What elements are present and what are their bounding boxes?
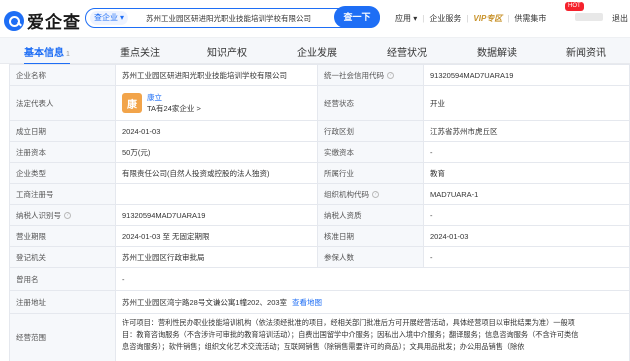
scope-line: 许可项目：营利性民办职业技能培训机构（依法须经批准的项目，经相关部门批准后方可开… [122,318,575,327]
search-scope-select[interactable]: 查企业 ▾ [90,11,129,25]
founded-date: 2024-01-03 [116,121,318,141]
table-row: 纳税人识别号? 91320594MAD7UARA19 纳税人资质 - [10,205,630,226]
business-term: 2024-01-03 至 无固定期限 [116,226,318,246]
legal-rep-name[interactable]: 康立 [147,92,201,103]
basic-info-table: 企业名称 苏州工业园区研进阳光职业技能培训学校有限公司 统一社会信用代码? 91… [9,64,630,361]
field-label: 注册地址 [10,291,116,313]
table-row: 企业类型 有限责任公司(自然人投资或控股的法人独资) 所属行业 教育 [10,163,630,184]
paid-capital: - [424,142,630,162]
field-label: 所属行业 [318,163,424,183]
tab-basic-info[interactable]: 基本信息 1 [24,44,70,65]
supply-demand-link[interactable]: 供需集市 [514,13,546,24]
section-tabs: 基本信息 1 重点关注 知识产权 企业发展 经营状况 数据解读 新闻资讯 [0,38,630,65]
registration-authority: 苏州工业园区行政审批局 [116,247,318,267]
search-input[interactable] [146,11,356,25]
company-name: 苏州工业园区研进阳光职业技能培训学校有限公司 [116,65,318,85]
field-label: 纳税人资质 [318,205,424,225]
business-status: 开业 [424,86,630,120]
tab-news[interactable]: 新闻资讯 [566,44,606,59]
field-label: 实缴资本 [318,142,424,162]
registered-capital: 50万(元) [116,142,318,162]
field-label: 参保人数 [318,247,424,267]
insured-count: - [424,247,630,267]
taxpayer-id: 91320594MAD7UARA19 [116,205,318,225]
field-label: 组织机构代码? [318,184,424,204]
vip-link[interactable]: VIP专区 [473,13,502,24]
logout-link[interactable]: 退出 [612,13,628,24]
business-reg-no [116,184,318,204]
search-scope-label: 查企业 [94,13,118,22]
table-row: 成立日期 2024-01-03 行政区划 江苏省苏州市虎丘区 [10,121,630,142]
tab-key-focus[interactable]: 重点关注 [120,44,160,59]
company-type: 有限责任公司(自然人投资或控股的法人独资) [116,163,318,183]
scope-line: 息咨询服务）；软件销售；组织文化艺术交流活动；互联网销售（除销售需要许可的商品）… [122,342,525,351]
tab-data-insights[interactable]: 数据解读 [477,44,517,59]
apps-link[interactable]: 应用 ▾ [395,13,417,24]
org-code: MAD7UARA-1 [424,184,630,204]
avatar: 康 [122,93,142,113]
table-row: 注册地址 苏州工业园区湾宁路28号文谦公寓1幢202、203室 查看地图 [10,291,630,314]
logo-text: 爱企查 [27,13,81,32]
field-label: 注册资本 [10,142,116,162]
table-row: 登记机关 苏州工业园区行政审批局 参保人数 - [10,247,630,268]
field-label: 行政区划 [318,121,424,141]
help-icon[interactable]: ? [387,71,394,79]
industry: 教育 [424,163,630,183]
field-label: 营业期限 [10,226,116,246]
divider: | [422,14,425,23]
enterprise-service-link[interactable]: 企业服务 [429,13,461,24]
logo-search-icon [4,10,24,31]
field-label: 登记机关 [10,247,116,267]
table-row: 企业名称 苏州工业园区研进阳光职业技能培训学校有限公司 统一社会信用代码? 91… [10,65,630,86]
credit-code: 91320594MAD7UARA19 [424,65,630,85]
region: 江苏省苏州市虎丘区 [424,121,630,141]
top-bar: 爱企查 查企业 ▾ × 查一下 应用 ▾ | 企业服务 | VIP专区 | 供需… [0,0,630,38]
field-label: 企业类型 [10,163,116,183]
field-label: 工商注册号 [10,184,116,204]
table-row: 曾用名 - [10,268,630,291]
help-icon[interactable]: ? [372,190,379,198]
divider: | [466,14,469,23]
field-label: 成立日期 [10,121,116,141]
table-row: 注册资本 50万(元) 实缴资本 - [10,142,630,163]
search-button[interactable]: 查一下 [334,6,380,28]
tab-development[interactable]: 企业发展 [297,44,337,59]
approval-date: 2024-01-03 [424,226,630,246]
logo[interactable]: 爱企查 [4,8,81,33]
view-map-link[interactable]: 查看地图 [292,297,322,308]
address-text: 苏州工业园区湾宁路28号文谦公寓1幢202、203室 [122,297,288,307]
business-scope: 许可项目：营利性民办职业技能培训机构（依法须经批准的项目，经相关部门批准后方可开… [116,314,630,361]
hot-badge: HOT [565,2,584,11]
field-label: 经营状态 [318,86,424,120]
field-label: 法定代表人 [10,86,116,120]
tab-ip[interactable]: 知识产权 [207,44,247,59]
registered-address: 苏州工业园区湾宁路28号文谦公寓1幢202、203室 查看地图 [116,291,630,313]
chevron-down-icon: ▾ [120,13,125,22]
top-links: 应用 ▾ | 企业服务 | VIP专区 | 供需集市 [395,13,546,24]
legal-rep-companies[interactable]: TA有24家企业 > [147,103,201,114]
tab-operations[interactable]: 经营状况 [387,44,427,59]
field-label: 经营范围 [10,314,116,361]
table-row: 营业期限 2024-01-03 至 无固定期限 核准日期 2024-01-03 [10,226,630,247]
table-row: 工商注册号 组织机构代码? MAD7UARA-1 [10,184,630,205]
former-name: - [116,268,630,290]
field-label: 曾用名 [10,268,116,290]
table-row: 经营范围 许可项目：营利性民办职业技能培训机构（依法须经批准的项目，经相关部门批… [10,314,630,361]
scope-line: 目：教育咨询服务（不含涉许可审批的教育培训活动）；自费出国留学中介服务；因私出入… [122,330,579,339]
field-label: 企业名称 [10,65,116,85]
taxpayer-qualification: - [424,205,630,225]
field-label: 纳税人识别号? [10,205,116,225]
field-label: 统一社会信用代码? [318,65,424,85]
help-icon[interactable]: ? [64,211,71,219]
user-name-masked[interactable] [575,13,603,21]
legal-representative[interactable]: 康 康立 TA有24家企业 > [116,86,318,120]
field-label: 核准日期 [318,226,424,246]
divider: | [507,14,510,23]
table-row: 法定代表人 康 康立 TA有24家企业 > 经营状态 开业 [10,86,630,121]
